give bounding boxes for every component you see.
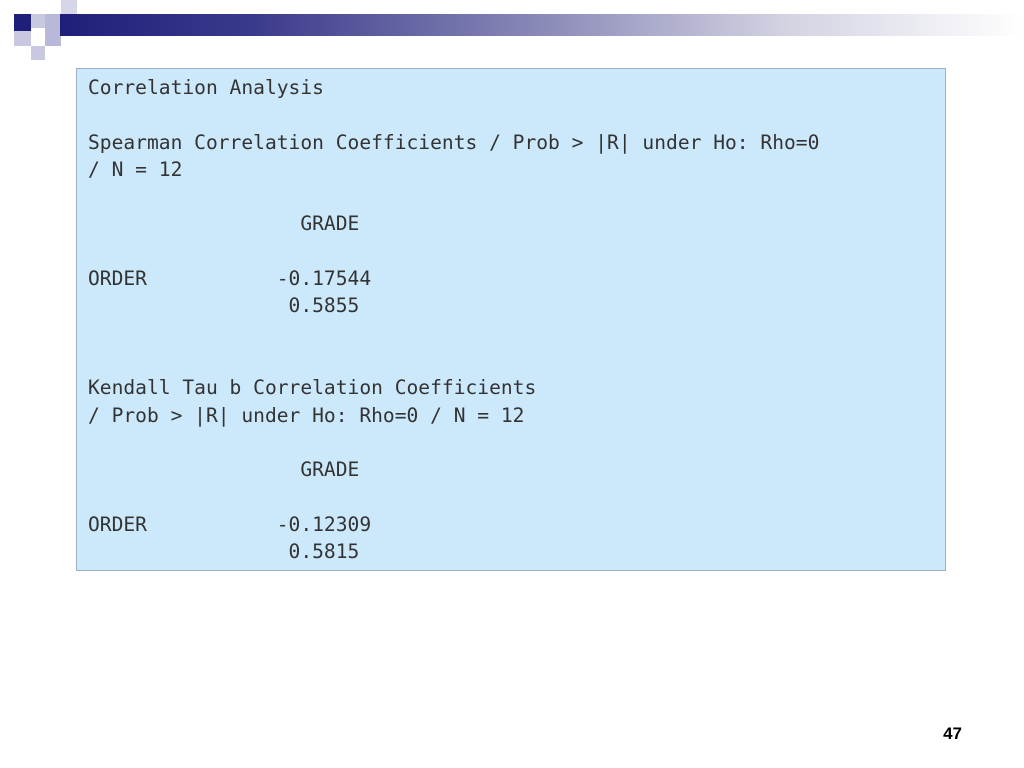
output-title: Correlation Analysis	[88, 76, 324, 99]
corner-square-light	[45, 0, 61, 14]
header-gradient-bar	[60, 14, 1024, 36]
slide: Correlation Analysis Spearman Correlation…	[0, 0, 1024, 768]
spearman-pvalue-row: 0.5855	[88, 294, 360, 318]
kendall-heading: Kendall Tau b Correlation Coefficients	[88, 376, 537, 400]
spearman-coefficient-row: ORDER -0.17544	[88, 267, 372, 291]
corner-square-light	[14, 31, 31, 46]
page-number: 47	[943, 724, 962, 743]
corner-square-light	[61, 0, 77, 14]
spearman-heading-n: / N = 12	[88, 157, 183, 181]
corner-square-mid	[45, 14, 61, 31]
kendall-pvalue-row: 0.5815	[88, 540, 360, 564]
output-text: Correlation Analysis Spearman Correlation…	[88, 74, 819, 565]
kendall-heading-n: / Prob > |R| under Ho: Rho=0 / N = 12	[88, 403, 525, 427]
corner-square-dark	[14, 14, 31, 31]
corner-square-light	[31, 46, 45, 60]
corner-square-mid	[45, 31, 61, 46]
spearman-heading: Spearman Correlation Coefficients / Prob…	[88, 130, 820, 154]
kendall-coefficient-row: ORDER -0.12309	[88, 512, 372, 536]
spearman-column-header: GRADE	[88, 212, 360, 236]
kendall-column-header: GRADE	[88, 458, 360, 482]
sas-output-box: Correlation Analysis Spearman Correlation…	[76, 68, 946, 571]
corner-square-light	[31, 14, 45, 28]
